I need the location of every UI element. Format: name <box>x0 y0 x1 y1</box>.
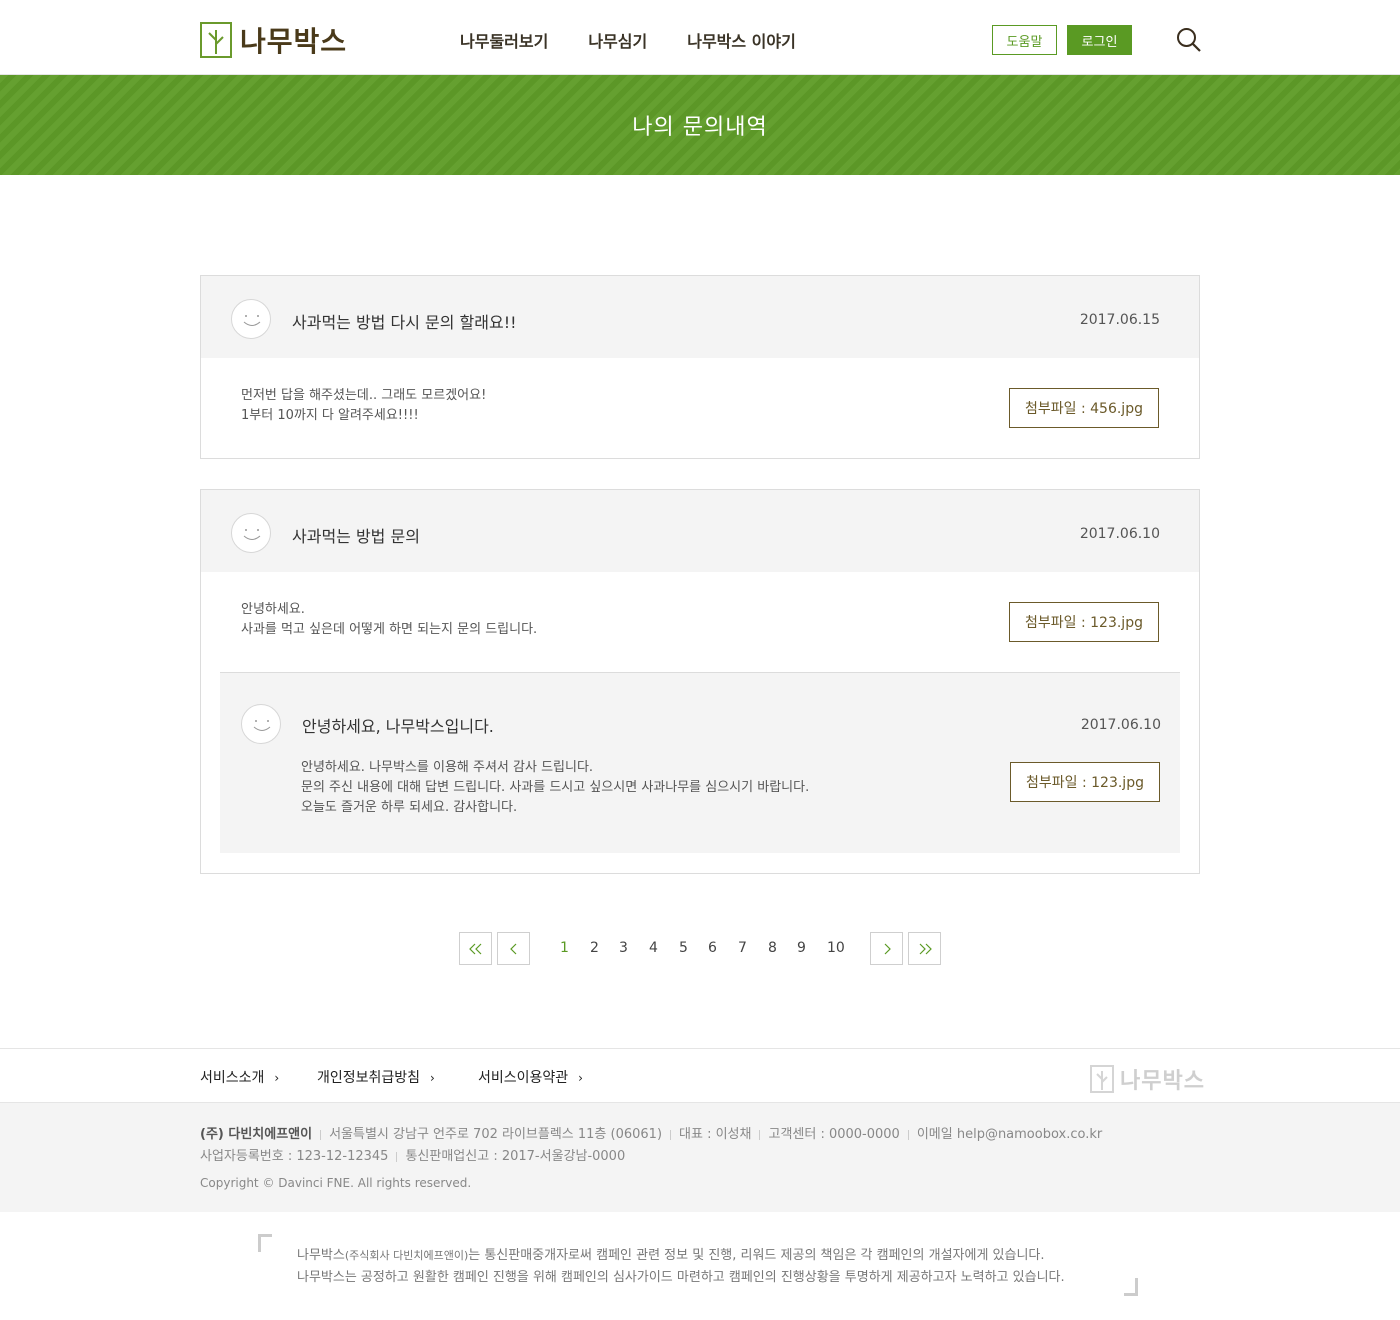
company-email: 이메일 help@namoobox.co.kr <box>916 1127 1103 1142</box>
chevron-left-icon <box>509 943 516 954</box>
inquiry-title: 사과먹는 방법 다시 문의 할래요!! <box>292 313 517 332</box>
inquiry-text: 먼저번 답을 해주셨는데.. 그래도 모르겠어요! 1부터 10까지 다 알려주… <box>241 388 487 423</box>
business-number: 사업자등록번호 : 123-12-12345 <box>200 1149 389 1164</box>
tree-logo-icon <box>1090 1065 1114 1093</box>
site-logo[interactable]: 나무박스 <box>200 20 347 60</box>
attachment-button[interactable]: 첨부파일 : 123.jpg <box>1009 602 1159 642</box>
quote-open-icon <box>258 1234 272 1252</box>
tree-logo-icon <box>200 22 232 58</box>
page-number[interactable]: 5 <box>679 940 688 956</box>
attachment-button[interactable]: 첨부파일 : 456.jpg <box>1009 388 1159 428</box>
inquiry-date: 2017.06.15 <box>1079 312 1160 328</box>
footer-links: 서비스소개 › 개인정보취급방침 › 서비스이용약관 › 나무박스 <box>0 1048 1400 1103</box>
login-button[interactable]: 로그인 <box>1067 25 1132 55</box>
page-number[interactable]: 2 <box>590 940 599 956</box>
inquiry-card: 사과먹는 방법 다시 문의 할래요!! 2017.06.15 먼저번 답을 해주… <box>200 275 1200 459</box>
page-number[interactable]: 3 <box>619 940 628 956</box>
page-number[interactable]: 7 <box>738 940 747 956</box>
inquiry-body: 먼저번 답을 해주셨는데.. 그래도 모르겠어요! 1부터 10까지 다 알려주… <box>201 358 1199 458</box>
double-chevron-left-icon <box>468 943 481 954</box>
smiley-avatar-icon <box>231 299 271 339</box>
smiley-avatar-icon <box>231 513 271 553</box>
inquiry-header: 사과먹는 방법 다시 문의 할래요!! 2017.06.15 <box>201 276 1199 358</box>
page-banner: 나의 문의내역 <box>0 75 1400 175</box>
prev-page-button[interactable] <box>497 932 530 965</box>
footer-link-terms[interactable]: 서비스이용약관 › <box>478 1067 583 1087</box>
chevron-right-icon: › <box>274 1071 280 1085</box>
main-nav: 나무둘러보기 나무심기 나무박스 이야기 <box>460 28 796 52</box>
company-ceo: 대표 : 이성채 <box>679 1127 752 1142</box>
reply-title: 안녕하세요, 나무박스입니다. <box>302 717 494 736</box>
notice-text: 나무박스(주식회사 다빈치에프앤이)는 통신판매중개자로써 캠페인 관련 정보 … <box>297 1248 1065 1285</box>
inquiry-title: 사과먹는 방법 문의 <box>292 527 420 546</box>
attachment-button[interactable]: 첨부파일 : 123.jpg <box>1010 762 1160 802</box>
customer-center: 고객센터 : 0000-0000 <box>768 1127 900 1142</box>
footer-logo: 나무박스 <box>1090 1063 1205 1095</box>
footer-link-service-intro[interactable]: 서비스소개 › <box>200 1067 279 1087</box>
footer-notice: 나무박스(주식회사 다빈치에프앤이)는 통신판매중개자로써 캠페인 관련 정보 … <box>0 1212 1400 1320</box>
page-number[interactable]: 1 <box>560 940 569 956</box>
registration-info: 사업자등록번호 : 123-12-12345 통신판매업신고 : 2017-서울강… <box>200 1145 625 1164</box>
copyright: Copyright © Davinci FNE. All rights rese… <box>200 1176 472 1190</box>
help-button[interactable]: 도움말 <box>992 25 1057 55</box>
footer-link-privacy[interactable]: 개인정보취급방침 › <box>317 1067 435 1087</box>
smiley-avatar-icon <box>241 704 281 744</box>
page-number[interactable]: 6 <box>708 940 717 956</box>
inquiry-date: 2017.06.10 <box>1079 526 1160 542</box>
double-chevron-right-icon <box>919 943 932 954</box>
first-page-button[interactable] <box>459 932 492 965</box>
inquiry-text: 안녕하세요. 사과를 먹고 싶은데 어떻게 하면 되는지 문의 드립니다. <box>241 602 538 637</box>
nav-item-plant[interactable]: 나무심기 <box>588 28 647 52</box>
chevron-right-icon: › <box>430 1071 435 1085</box>
site-header: 나무박스 나무둘러보기 나무심기 나무박스 이야기 도움말 로그인 <box>0 0 1400 75</box>
page-number[interactable]: 9 <box>797 940 806 956</box>
ecommerce-number: 통신판매업신고 : 2017-서울강남-0000 <box>405 1149 626 1164</box>
quote-close-icon <box>1124 1278 1138 1296</box>
next-page-button[interactable] <box>870 932 903 965</box>
company-name: (주) 다빈치에프앤이 <box>200 1127 313 1142</box>
last-page-button[interactable] <box>908 932 941 965</box>
page-number[interactable]: 10 <box>827 940 845 956</box>
footer-info: (주) 다빈치에프앤이 서울특별시 강남구 언주로 702 라이브플렉스 11층 … <box>0 1103 1400 1212</box>
reply-date: 2017.06.10 <box>1080 717 1161 733</box>
chevron-right-icon: › <box>578 1071 583 1085</box>
reply-box: 안녕하세요, 나무박스입니다. 2017.06.10 안녕하세요. 나무박스를 … <box>220 672 1180 853</box>
logo-text: 나무박스 <box>240 25 348 58</box>
chevron-right-icon <box>884 943 891 954</box>
company-info: (주) 다빈치에프앤이 서울특별시 강남구 언주로 702 라이브플렉스 11층 … <box>200 1123 1102 1142</box>
inquiry-card: 사과먹는 방법 문의 2017.06.10 안녕하세요. 사과를 먹고 싶은데 … <box>200 489 1200 874</box>
footer-logo-text: 나무박스 <box>1120 1069 1205 1094</box>
reply-text: 안녕하세요. 나무박스를 이용해 주셔서 감사 드립니다. 문의 주신 내용에 … <box>301 760 810 815</box>
company-address: 서울특별시 강남구 언주로 702 라이브플렉스 11층 (06061) <box>329 1127 663 1142</box>
inquiry-body: 안녕하세요. 사과를 먹고 싶은데 어떻게 하면 되는지 문의 드립니다. 첨부… <box>201 572 1199 874</box>
page-number[interactable]: 4 <box>649 940 658 956</box>
pagination: 1 2 3 4 5 6 7 8 9 10 <box>459 932 941 965</box>
inquiry-header: 사과먹는 방법 문의 2017.06.10 <box>201 490 1199 572</box>
search-icon[interactable] <box>1176 27 1202 53</box>
page-number[interactable]: 8 <box>768 940 777 956</box>
nav-item-story[interactable]: 나무박스 이야기 <box>687 28 796 52</box>
nav-item-browse[interactable]: 나무둘러보기 <box>460 28 548 52</box>
page-title: 나의 문의내역 <box>632 115 768 140</box>
